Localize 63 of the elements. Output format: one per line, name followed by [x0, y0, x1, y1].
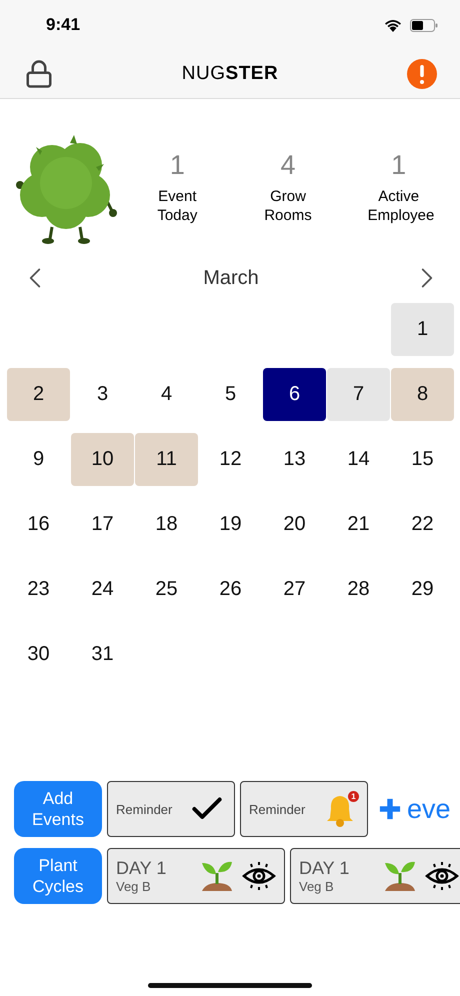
calendar-day[interactable]: 23	[7, 563, 70, 616]
cycle-day: DAY 1	[116, 858, 192, 879]
alert-icon[interactable]	[406, 58, 438, 90]
notification-badge: 1	[348, 791, 359, 802]
cycle-day: DAY 1	[299, 858, 375, 879]
status-time: 9:41	[46, 15, 80, 35]
calendar-day[interactable]: 28	[327, 563, 390, 616]
calendar-day[interactable]: 30	[7, 628, 70, 681]
stat-label: Grow Rooms	[263, 186, 313, 224]
reminder-label: Reminder	[249, 802, 306, 816]
calendar-day[interactable]: 22	[391, 498, 454, 551]
calendar-day[interactable]: 25	[135, 563, 198, 616]
calendar-day[interactable]: 19	[199, 498, 262, 551]
eye-icon[interactable]	[242, 861, 276, 891]
calendar-day[interactable]: 17	[71, 498, 134, 551]
calendar-day[interactable]: 8	[391, 368, 454, 421]
reminder-label: Reminder	[116, 802, 174, 816]
calendar-day[interactable]: 12	[199, 433, 262, 486]
calendar-day[interactable]: 24	[71, 563, 134, 616]
calendar-day[interactable]: 20	[263, 498, 326, 551]
calendar-day[interactable]: 31	[71, 628, 134, 681]
calendar-day[interactable]: 13	[263, 433, 326, 486]
bell-icon	[325, 793, 355, 827]
calendar-day[interactable]: 10	[71, 433, 134, 486]
calendar-day[interactable]: 6	[263, 368, 326, 421]
calendar-day[interactable]: 29	[391, 563, 454, 616]
calendar-day[interactable]: 2	[7, 368, 70, 421]
calendar-day[interactable]: 15	[391, 433, 454, 486]
eye-icon[interactable]	[425, 861, 459, 891]
cycle-room: Veg B	[116, 879, 152, 894]
app-title: NUGSTER	[182, 63, 278, 85]
cycle-room: Veg B	[299, 879, 335, 894]
add-event-link[interactable]: eve	[379, 794, 451, 824]
calendar-day[interactable]: 21	[327, 498, 390, 551]
calendar-day[interactable]: 1	[391, 303, 454, 356]
calendar-day[interactable]: 27	[263, 563, 326, 616]
reminder-card[interactable]: Reminder 1	[240, 781, 368, 837]
battery-icon	[410, 18, 438, 32]
plus-icon	[379, 798, 401, 820]
stat-value: 4	[280, 150, 296, 180]
stat-value: 1	[391, 150, 406, 180]
seedling-icon	[383, 859, 417, 893]
lock-icon[interactable]	[24, 59, 54, 89]
month-title: March	[203, 266, 259, 290]
plant-cycles-button[interactable]: Plant Cycles	[14, 848, 102, 904]
plant-cycle-card[interactable]: DAY 1 Veg B	[290, 848, 460, 904]
calendar-day[interactable]: 14	[327, 433, 390, 486]
calendar-day[interactable]: 11	[135, 433, 198, 486]
calendar-day[interactable]: 4	[135, 368, 198, 421]
stat-label: Event Today	[156, 186, 198, 224]
calendar-day[interactable]: 18	[135, 498, 198, 551]
calendar-day[interactable]: 3	[71, 368, 134, 421]
plant-cycle-card[interactable]: DAY 1 Veg B	[107, 848, 285, 904]
stat-value: 1	[170, 150, 185, 180]
calendar-day[interactable]: 16	[7, 498, 70, 551]
calendar-day[interactable]: 9	[7, 433, 70, 486]
calendar-day[interactable]: 26	[199, 563, 262, 616]
seedling-icon	[200, 859, 234, 893]
calendar-day[interactable]: 7	[327, 368, 390, 421]
add-events-button[interactable]: Add Events	[14, 781, 102, 837]
calendar-day[interactable]: 5	[199, 368, 262, 421]
wifi-icon	[384, 18, 402, 32]
reminder-card[interactable]: Reminder	[107, 781, 235, 837]
